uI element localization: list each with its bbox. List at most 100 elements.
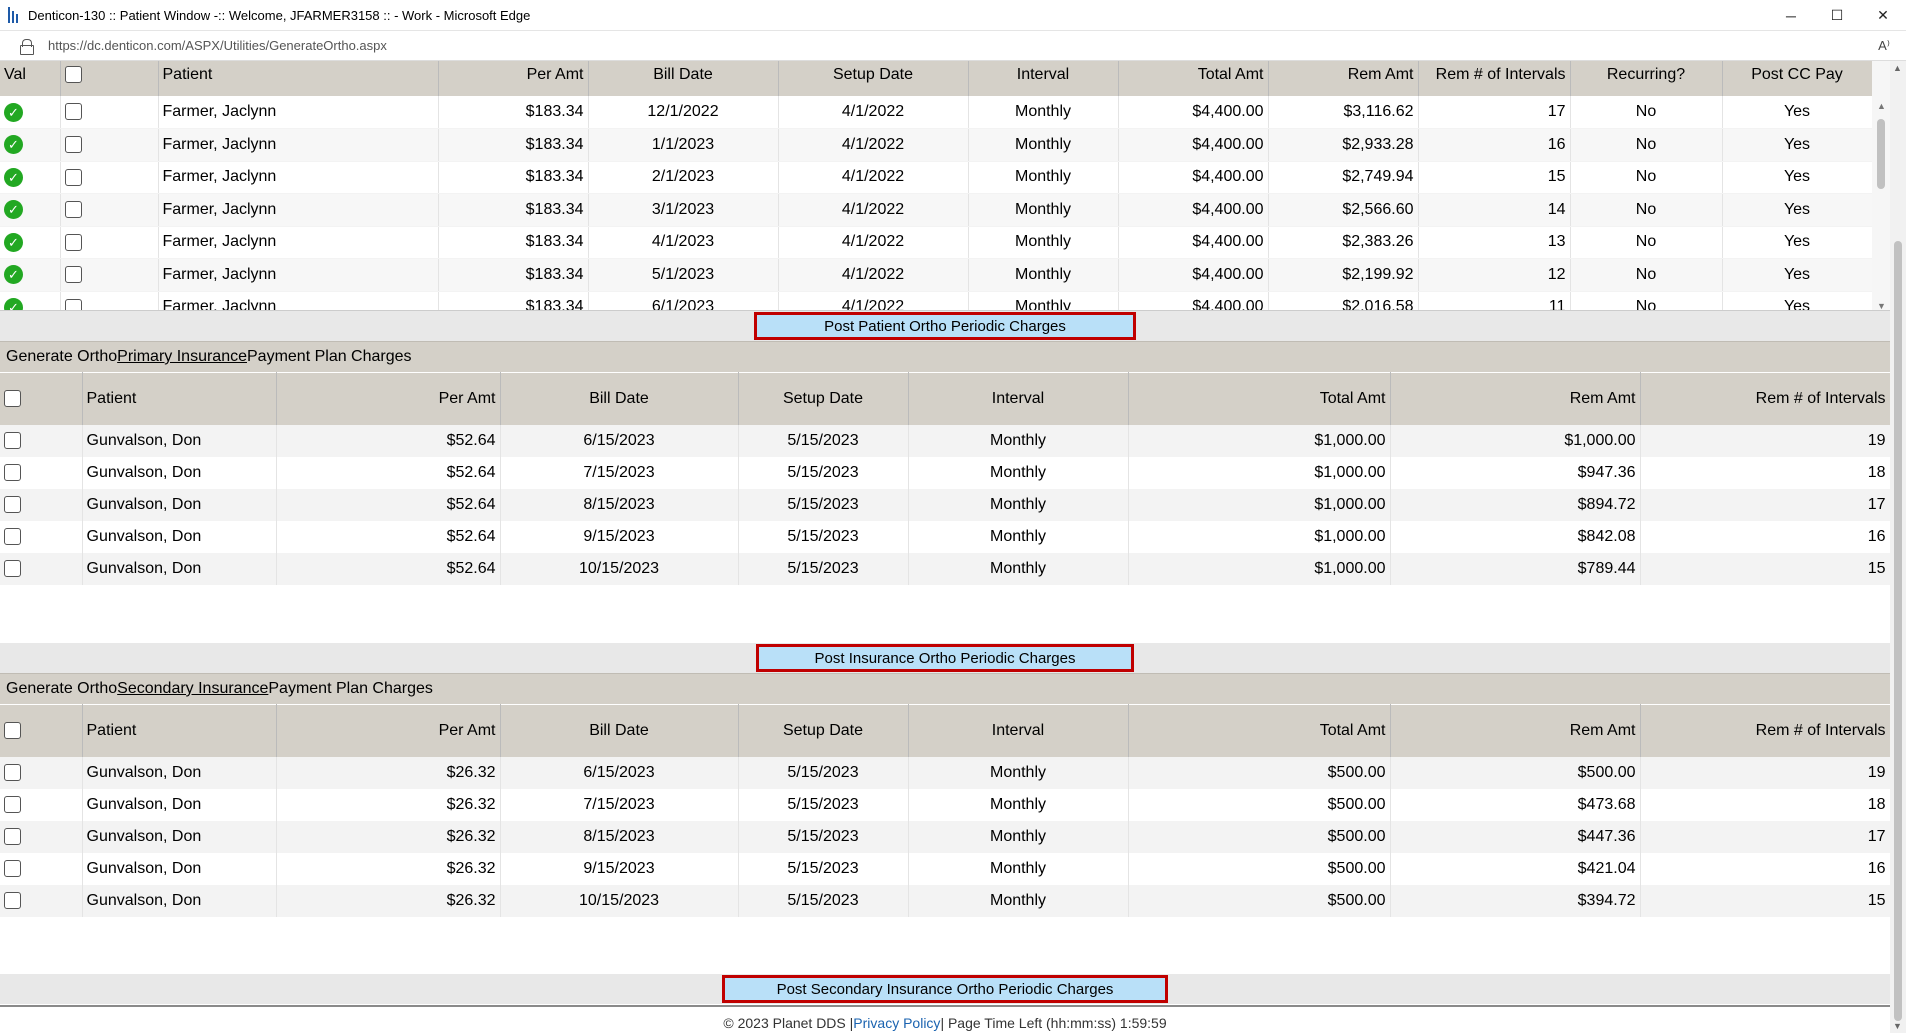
scroll-up-arrow-icon[interactable]: ▲ — [1877, 101, 1886, 111]
scroll-thumb[interactable] — [1877, 119, 1885, 189]
col-rem-intervals[interactable]: Rem # of Intervals — [1418, 61, 1571, 96]
col-recurring[interactable]: Recurring? — [1570, 61, 1723, 96]
col-select-all — [60, 61, 159, 96]
minimize-button[interactable]: ─ — [1768, 0, 1814, 31]
table-row[interactable]: Gunvalson, Don $26.32 9/15/2023 5/15/2023 Mo… — [0, 852, 1891, 885]
primary-col-rem-amt[interactable]: Rem Amt — [1390, 372, 1641, 425]
row-checkbox[interactable] — [4, 827, 21, 845]
row-checkbox[interactable] — [64, 298, 82, 310]
col-rem-amt[interactable]: Rem Amt — [1268, 61, 1419, 96]
per-amount: $52.64 — [276, 456, 501, 489]
table-row[interactable]: Gunvalson, Don $52.64 7/15/2023 5/15/2023 Mo… — [0, 456, 1891, 489]
row-checkbox[interactable] — [4, 859, 21, 877]
page-scroll-down-icon[interactable]: ▼ — [1893, 1021, 1902, 1031]
col-per-amt[interactable]: Per Amt — [438, 61, 589, 96]
table-row[interactable]: ✓ Farmer, Jaclynn $183.34 4/1/2023 4/1/2022 M… — [0, 226, 1873, 259]
row-select-cell — [0, 820, 83, 853]
patient-grid-scrollbar[interactable]: ▲ ▼ — [1872, 61, 1890, 310]
table-row[interactable]: Gunvalson, Don $52.64 9/15/2023 5/15/2023 Mo… — [0, 520, 1891, 553]
primary-select-all-checkbox[interactable] — [4, 390, 21, 408]
row-checkbox[interactable] — [64, 201, 82, 219]
primary-col-rem-intervals[interactable]: Rem # of Intervals — [1640, 372, 1891, 425]
setup-date: 4/1/2022 — [778, 291, 969, 310]
row-checkbox[interactable] — [4, 763, 21, 781]
url-text[interactable]: https://dc.denticon.com/ASPX/Utilities/G… — [48, 38, 387, 53]
remaining-intervals: 12 — [1418, 258, 1571, 292]
page-scroll-thumb[interactable] — [1894, 241, 1902, 1021]
row-checkbox[interactable] — [4, 431, 21, 449]
lock-icon[interactable] — [20, 38, 34, 55]
primary-col-per-amt[interactable]: Per Amt — [276, 372, 501, 425]
col-bill-date[interactable]: Bill Date — [588, 61, 779, 96]
maximize-button[interactable]: ☐ — [1814, 0, 1860, 31]
row-checkbox[interactable] — [64, 168, 82, 186]
col-post-cc-pay[interactable]: Post CC Pay — [1722, 61, 1873, 96]
validated-cell: ✓ — [0, 128, 61, 162]
post-patient-ortho-charges-button[interactable]: Post Patient Ortho Periodic Charges — [754, 312, 1136, 340]
primary-col-interval[interactable]: Interval — [908, 372, 1129, 425]
secondary-col-setup-date[interactable]: Setup Date — [738, 704, 909, 757]
remaining-amount: $421.04 — [1390, 852, 1641, 885]
secondary-col-rem-amt[interactable]: Rem Amt — [1390, 704, 1641, 757]
setup-date: 4/1/2022 — [778, 193, 969, 227]
post-secondary-insurance-ortho-charges-button[interactable]: Post Secondary Insurance Ortho Periodic … — [722, 975, 1168, 1003]
primary-col-setup-date[interactable]: Setup Date — [738, 372, 909, 425]
table-row[interactable]: Gunvalson, Don $26.32 7/15/2023 5/15/2023 Mo… — [0, 788, 1891, 821]
col-interval[interactable]: Interval — [968, 61, 1119, 96]
close-button[interactable]: ✕ — [1860, 0, 1906, 31]
secondary-col-bill-date[interactable]: Bill Date — [500, 704, 739, 757]
col-setup-date[interactable]: Setup Date — [778, 61, 969, 96]
table-row[interactable]: ✓ Farmer, Jaclynn $183.34 2/1/2023 4/1/2022 M… — [0, 161, 1873, 194]
col-total-amt[interactable]: Total Amt — [1118, 61, 1269, 96]
col-patient[interactable]: Patient — [158, 61, 439, 96]
row-checkbox[interactable] — [64, 266, 82, 284]
table-row[interactable]: ✓ Farmer, Jaclynn $183.34 1/1/2023 4/1/2022 M… — [0, 128, 1873, 162]
scroll-down-arrow-icon[interactable]: ▼ — [1877, 301, 1886, 310]
row-checkbox[interactable] — [4, 795, 21, 813]
table-row[interactable]: ✓ Farmer, Jaclynn $183.34 5/1/2023 4/1/2022 M… — [0, 258, 1873, 292]
total-amount: $4,400.00 — [1118, 291, 1269, 310]
row-checkbox[interactable] — [4, 463, 21, 481]
table-row[interactable]: Gunvalson, Don $26.32 6/15/2023 5/15/2023 Mo… — [0, 756, 1891, 789]
row-checkbox[interactable] — [4, 559, 21, 577]
secondary-select-all-checkbox[interactable] — [4, 722, 21, 740]
page-scrollbar[interactable]: ▲ ▼ — [1890, 61, 1906, 1033]
secondary-col-per-amt[interactable]: Per Amt — [276, 704, 501, 757]
secondary-col-rem-intervals[interactable]: Rem # of Intervals — [1640, 704, 1891, 757]
per-amount: $183.34 — [438, 96, 589, 129]
post-cc-pay: Yes — [1722, 258, 1873, 292]
secondary-col-interval[interactable]: Interval — [908, 704, 1129, 757]
row-checkbox[interactable] — [4, 495, 21, 513]
table-row[interactable]: Gunvalson, Don $52.64 10/15/2023 5/15/2023 M… — [0, 552, 1891, 585]
table-row[interactable]: ✓ Farmer, Jaclynn $183.34 6/1/2023 4/1/2022 M… — [0, 291, 1873, 310]
table-row[interactable]: Gunvalson, Don $26.32 8/15/2023 5/15/2023 Mo… — [0, 820, 1891, 853]
privacy-policy-link[interactable]: Privacy Policy — [853, 1015, 940, 1033]
per-amount: $183.34 — [438, 258, 589, 292]
remaining-amount: $447.36 — [1390, 820, 1641, 853]
row-checkbox[interactable] — [64, 136, 82, 154]
row-checkbox[interactable] — [4, 891, 21, 909]
interval: Monthly — [968, 291, 1119, 310]
per-amount: $183.34 — [438, 226, 589, 259]
post-insurance-ortho-charges-button[interactable]: Post Insurance Ortho Periodic Charges — [756, 644, 1134, 672]
row-checkbox[interactable] — [64, 233, 82, 251]
table-row[interactable]: Gunvalson, Don $52.64 8/15/2023 5/15/2023 Mo… — [0, 488, 1891, 521]
page-scroll-up-icon[interactable]: ▲ — [1893, 63, 1902, 73]
primary-col-bill-date[interactable]: Bill Date — [500, 372, 739, 425]
secondary-col-patient[interactable]: Patient — [82, 704, 277, 757]
table-row[interactable]: ✓ Farmer, Jaclynn $183.34 3/1/2023 4/1/2022 M… — [0, 193, 1873, 227]
recurring: No — [1570, 96, 1723, 129]
interval: Monthly — [908, 852, 1129, 885]
secondary-col-total-amt[interactable]: Total Amt — [1128, 704, 1391, 757]
read-aloud-icon[interactable]: A⁾ — [1878, 38, 1890, 54]
primary-col-patient[interactable]: Patient — [82, 372, 277, 425]
row-checkbox[interactable] — [64, 103, 82, 121]
interval: Monthly — [908, 552, 1129, 585]
bill-date: 7/15/2023 — [500, 788, 739, 821]
table-row[interactable]: ✓ Farmer, Jaclynn $183.34 12/1/2022 4/1/2022… — [0, 96, 1873, 129]
row-checkbox[interactable] — [4, 527, 21, 545]
table-row[interactable]: Gunvalson, Don $26.32 10/15/2023 5/15/2023 M… — [0, 884, 1891, 917]
table-row[interactable]: Gunvalson, Don $52.64 6/15/2023 5/15/2023 Mo… — [0, 424, 1891, 457]
primary-col-total-amt[interactable]: Total Amt — [1128, 372, 1391, 425]
select-all-checkbox[interactable] — [64, 65, 82, 83]
